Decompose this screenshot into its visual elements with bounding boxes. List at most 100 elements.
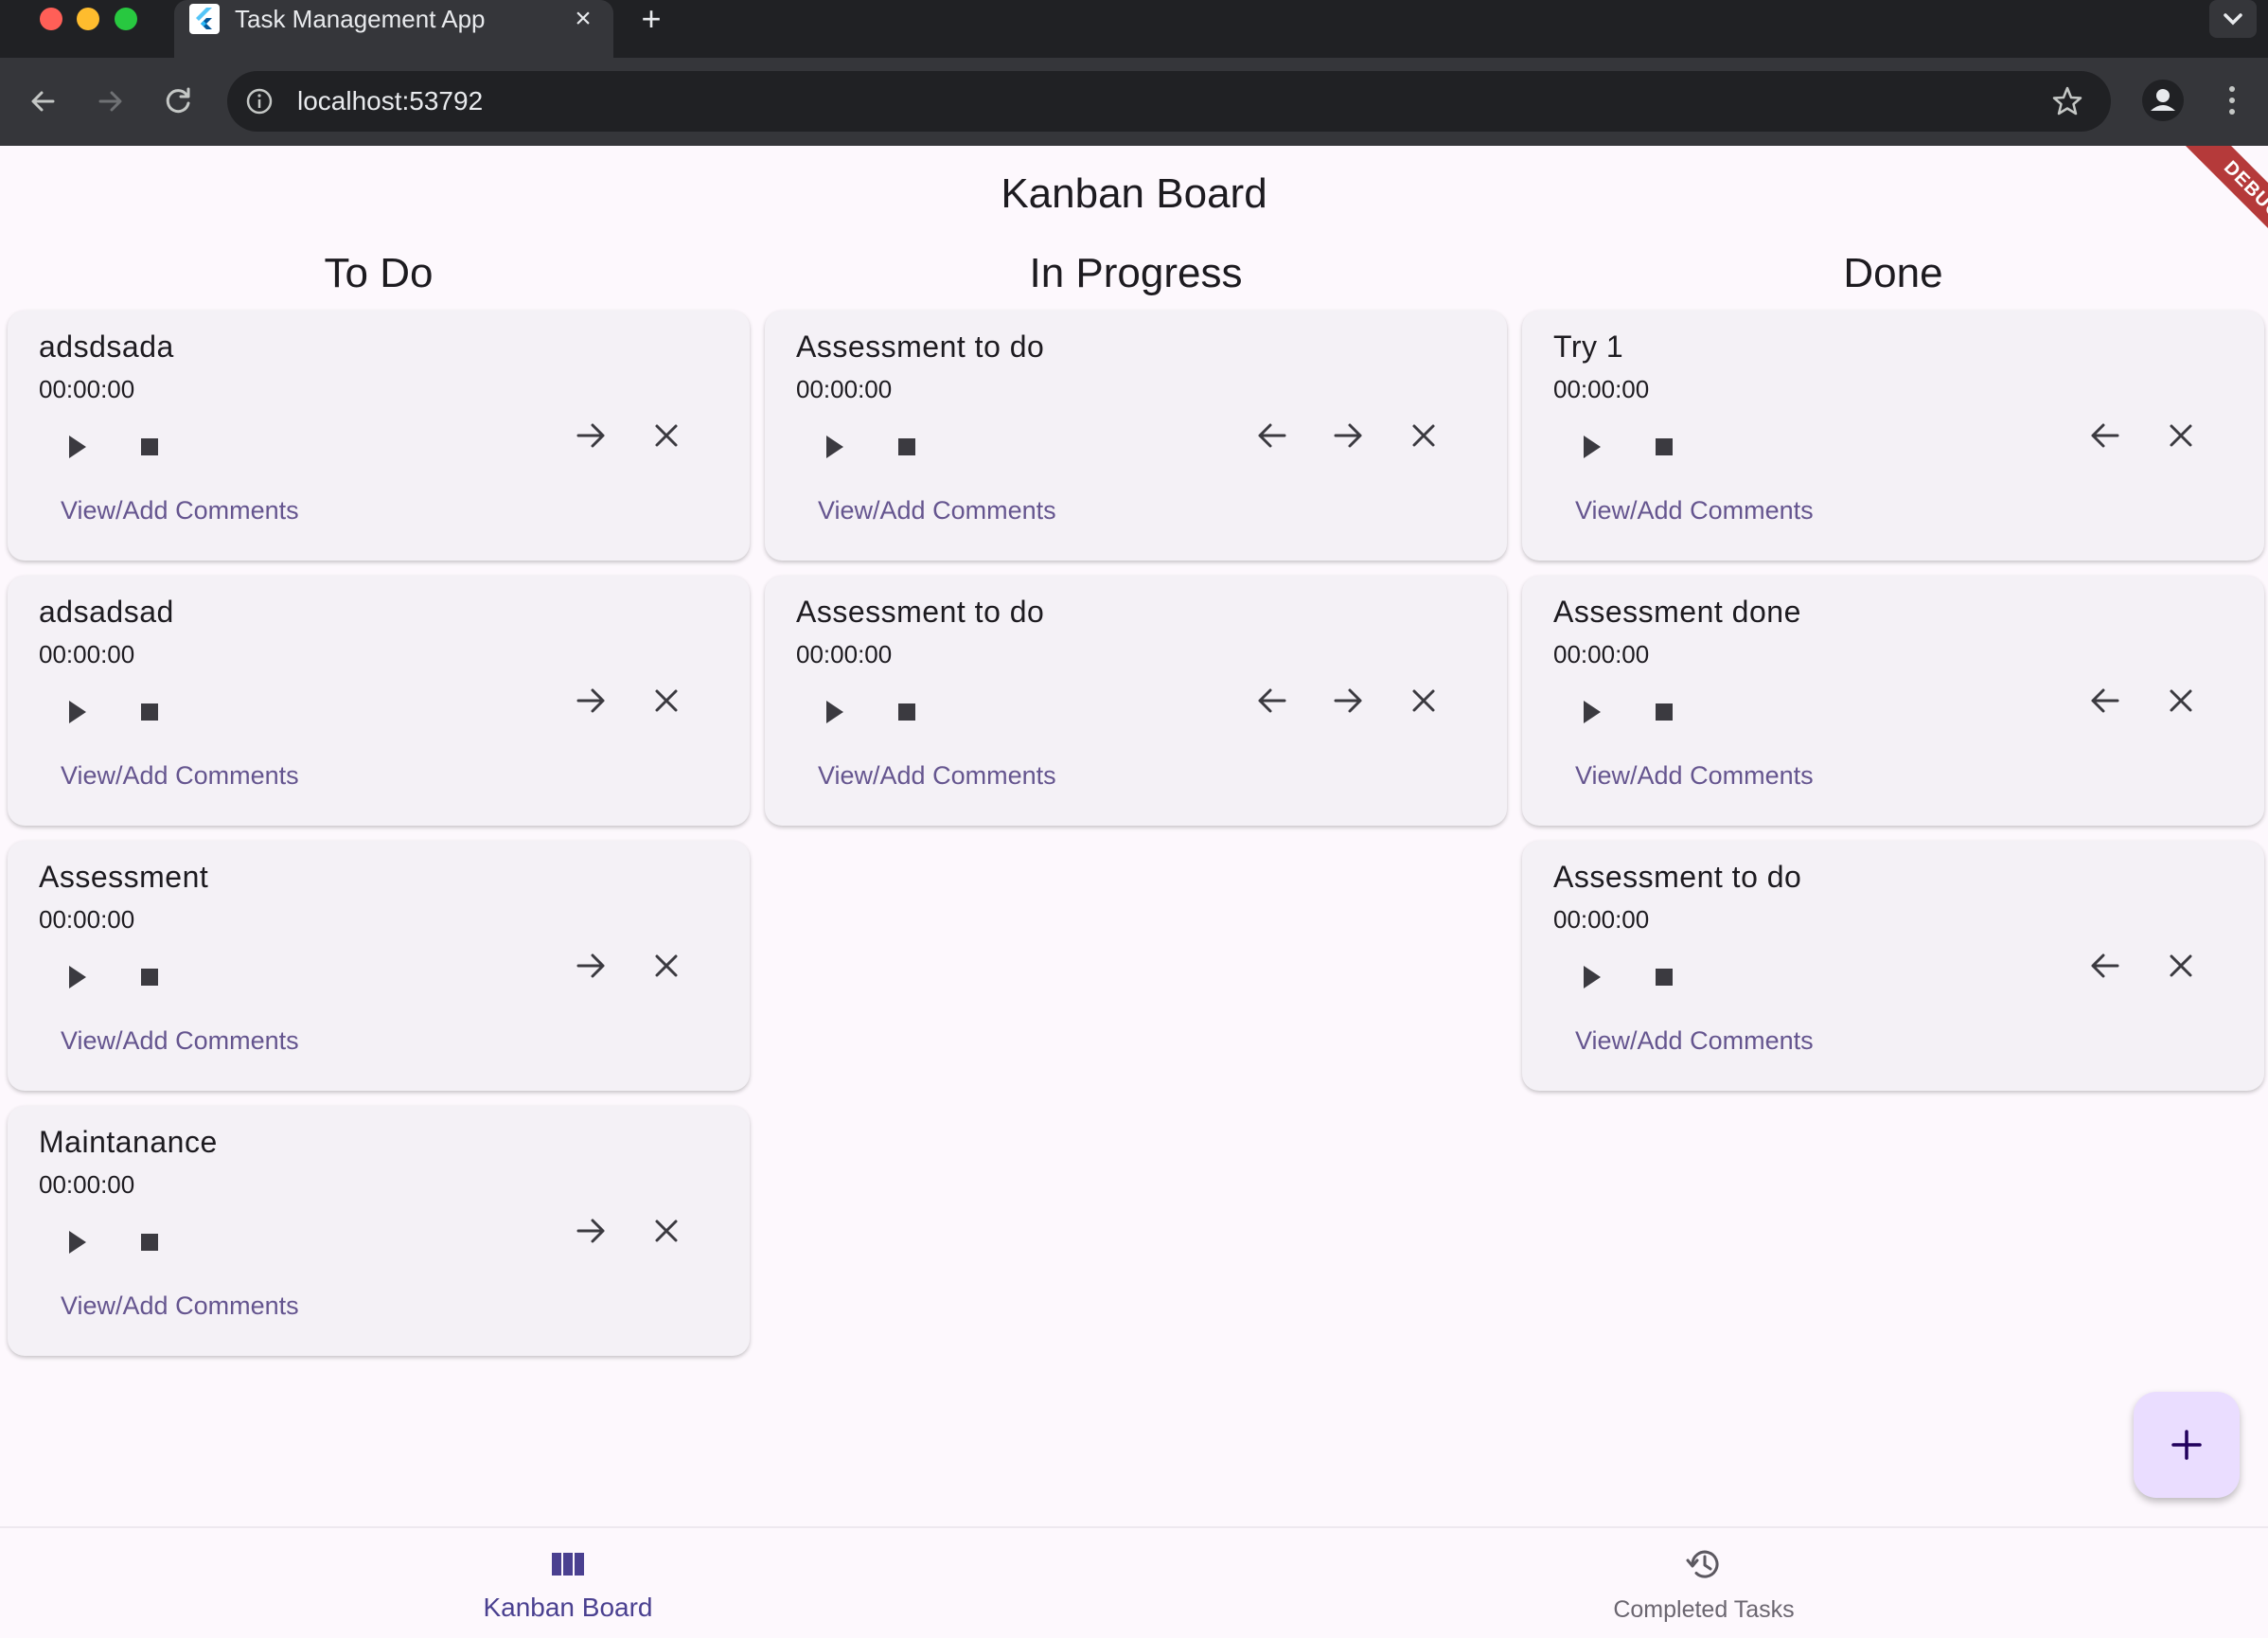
window-close-button[interactable] — [40, 8, 62, 30]
stop-button[interactable] — [123, 685, 176, 739]
task-title: Assessment — [39, 860, 209, 894]
move-back-button[interactable] — [2079, 674, 2132, 727]
play-button[interactable] — [1564, 951, 1617, 1004]
arrow-forward-icon — [576, 1219, 605, 1243]
bottom-navigation: Kanban Board Completed Tasks — [0, 1526, 2268, 1638]
tab-close-button[interactable]: × — [566, 2, 600, 36]
site-info-icon[interactable] — [244, 86, 275, 116]
stop-icon — [898, 438, 915, 455]
reload-icon[interactable] — [157, 80, 199, 122]
window-minimize-button[interactable] — [77, 8, 99, 30]
delete-button[interactable] — [640, 674, 693, 727]
play-button[interactable] — [49, 1216, 102, 1269]
back-arrow-icon[interactable] — [23, 80, 64, 122]
play-button[interactable] — [49, 951, 102, 1004]
new-tab-button[interactable]: + — [632, 0, 670, 38]
stop-icon — [141, 703, 158, 721]
flutter-icon — [189, 4, 220, 34]
delete-button[interactable] — [1397, 674, 1450, 727]
move-forward-button[interactable] — [1321, 409, 1374, 462]
nav-item-kanban-board[interactable]: Kanban Board — [379, 1528, 757, 1638]
browser-tab[interactable]: Task Management App × — [174, 0, 613, 58]
nav-label: Completed Tasks — [1613, 1596, 1795, 1623]
close-icon — [655, 689, 678, 712]
task-card[interactable]: Assessment to do 00:00:00 View/Add Comment… — [1522, 841, 2264, 1091]
task-card[interactable]: Assessment done 00:00:00 View/Add Comments — [1522, 576, 2264, 826]
play-button[interactable] — [1564, 420, 1617, 473]
delete-button[interactable] — [2154, 674, 2207, 727]
move-forward-button[interactable] — [1321, 674, 1374, 727]
task-card[interactable]: Assessment to do 00:00:00 View/Add Comment… — [765, 311, 1507, 561]
move-forward-button[interactable] — [564, 674, 617, 727]
move-back-button[interactable] — [1246, 409, 1299, 462]
view-comments-link[interactable]: View/Add Comments — [1575, 496, 1814, 525]
task-card[interactable]: Assessment to do 00:00:00 View/Add Comment… — [765, 576, 1507, 826]
move-back-button[interactable] — [2079, 409, 2132, 462]
url-text[interactable]: localhost:53792 — [297, 86, 483, 116]
move-forward-button[interactable] — [564, 1204, 617, 1257]
stop-button[interactable] — [1638, 951, 1691, 1004]
play-button[interactable] — [49, 420, 102, 473]
move-forward-button[interactable] — [564, 409, 617, 462]
stop-button[interactable] — [1638, 685, 1691, 739]
arrow-back-icon — [1258, 423, 1286, 448]
move-forward-button[interactable] — [564, 939, 617, 992]
close-icon — [2170, 424, 2192, 447]
address-bar[interactable]: localhost:53792 — [227, 71, 2111, 132]
tab-search-button[interactable] — [2209, 0, 2257, 38]
nav-label: Kanban Board — [483, 1593, 653, 1622]
stop-button[interactable] — [880, 685, 933, 739]
view-comments-link[interactable]: View/Add Comments — [61, 761, 299, 791]
task-timer: 00:00:00 — [39, 1170, 135, 1199]
stop-button[interactable] — [123, 951, 176, 1004]
view-comments-link[interactable]: View/Add Comments — [818, 496, 1056, 525]
stop-icon — [141, 969, 158, 986]
card-list: Assessment to do 00:00:00 View/Add Comment… — [765, 311, 1507, 826]
browser-toolbar: localhost:53792 — [0, 58, 2268, 146]
view-comments-link[interactable]: View/Add Comments — [61, 1026, 299, 1056]
delete-button[interactable] — [640, 1204, 693, 1257]
task-timer: 00:00:00 — [796, 375, 893, 403]
close-icon — [1412, 689, 1435, 712]
move-back-button[interactable] — [2079, 939, 2132, 992]
stop-button[interactable] — [123, 1216, 176, 1269]
task-card[interactable]: Maintanance 00:00:00 View/Add Comments — [8, 1106, 750, 1356]
view-comments-link[interactable]: View/Add Comments — [818, 761, 1056, 791]
play-button[interactable] — [806, 420, 859, 473]
window-zoom-button[interactable] — [115, 8, 137, 30]
task-timer: 00:00:00 — [39, 375, 135, 403]
delete-button[interactable] — [640, 939, 693, 992]
browser-titlebar: Task Management App × + — [0, 0, 2268, 58]
profile-icon[interactable] — [2141, 79, 2185, 122]
arrow-forward-icon — [576, 423, 605, 448]
task-card[interactable]: Try 1 00:00:00 View/Add Comments — [1522, 311, 2264, 561]
delete-button[interactable] — [1397, 409, 1450, 462]
add-task-button[interactable] — [2134, 1392, 2240, 1498]
stop-button[interactable] — [123, 420, 176, 473]
view-comments-link[interactable]: View/Add Comments — [1575, 761, 1814, 791]
stop-button[interactable] — [1638, 420, 1691, 473]
forward-arrow-icon[interactable] — [89, 80, 131, 122]
task-card[interactable]: Assessment 00:00:00 View/Add Comments — [8, 841, 750, 1091]
stop-icon — [141, 438, 158, 455]
move-back-button[interactable] — [1246, 674, 1299, 727]
view-comments-link[interactable]: View/Add Comments — [1575, 1026, 1814, 1056]
play-button[interactable] — [806, 685, 859, 739]
tab-title: Task Management App — [235, 5, 486, 33]
play-button[interactable] — [49, 685, 102, 739]
view-comments-link[interactable]: View/Add Comments — [61, 1291, 299, 1321]
bookmark-star-icon[interactable] — [2050, 84, 2084, 118]
nav-item-completed-tasks[interactable]: Completed Tasks — [1515, 1528, 1893, 1638]
card-list: adsdsada 00:00:00 View/Add Comments adsadsa… — [8, 311, 750, 1356]
task-title: adsadsad — [39, 595, 174, 629]
task-card[interactable]: adsdsada 00:00:00 View/Add Comments — [8, 311, 750, 561]
delete-button[interactable] — [2154, 409, 2207, 462]
view-comments-link[interactable]: View/Add Comments — [61, 496, 299, 525]
stop-button[interactable] — [880, 420, 933, 473]
history-icon — [1686, 1550, 1719, 1578]
delete-button[interactable] — [640, 409, 693, 462]
play-button[interactable] — [1564, 685, 1617, 739]
task-card[interactable]: adsadsad 00:00:00 View/Add Comments — [8, 576, 750, 826]
more-vert-icon[interactable] — [2215, 79, 2249, 122]
delete-button[interactable] — [2154, 939, 2207, 992]
